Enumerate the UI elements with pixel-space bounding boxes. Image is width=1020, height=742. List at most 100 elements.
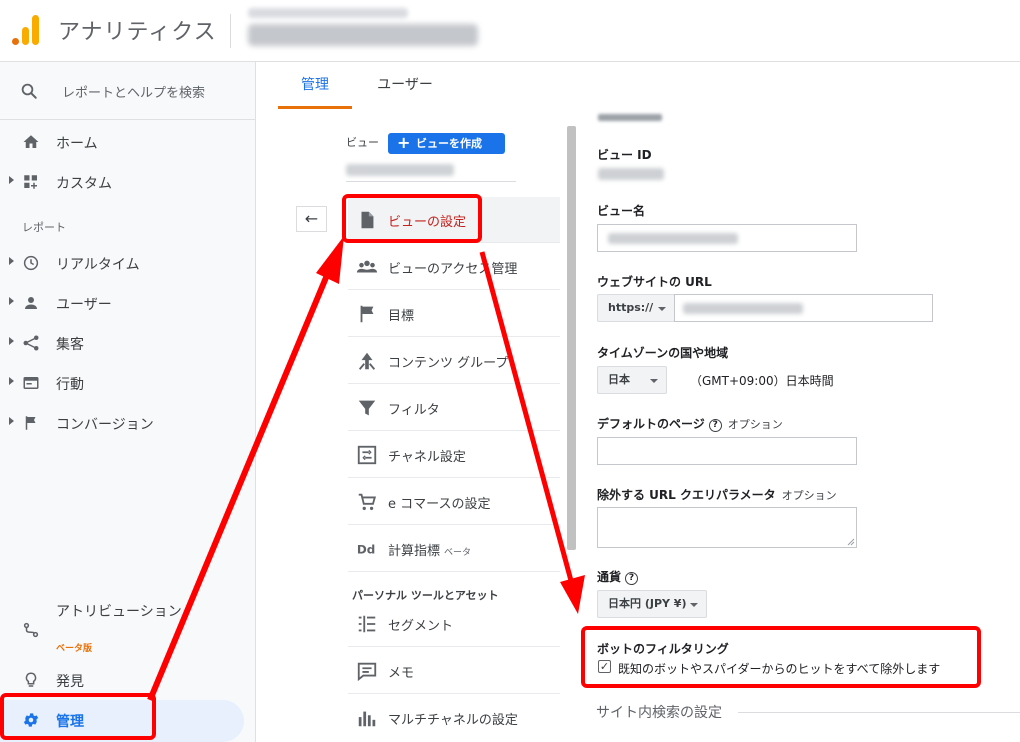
sidebar-item-home[interactable]: ホーム — [0, 122, 256, 162]
menu-item-segments[interactable]: セグメント — [348, 601, 560, 647]
timezone-country-select[interactable]: 日本 — [597, 366, 667, 394]
person-icon — [25, 297, 37, 309]
menu-item-label: コンテンツ グループ — [388, 356, 509, 371]
sidebar-item-label: 集客 — [56, 337, 84, 353]
timezone-value: （GMT+09:00）日本時間 — [690, 374, 834, 388]
search-placeholder: レポートとヘルプを検索 — [62, 86, 206, 101]
create-view-label: ビューを作成 — [416, 137, 482, 150]
search-bar[interactable]: レポートとヘルプを検索 — [0, 62, 256, 120]
svg-text:Dd: Dd — [357, 543, 375, 557]
cart-icon — [358, 493, 377, 511]
menu-item-label: ビューのアクセス管理 — [388, 262, 518, 277]
attribution-label: アトリビューション — [56, 604, 182, 620]
currency-select[interactable]: 日本円 (JPY ¥) — [597, 590, 707, 618]
optional-tag: オプション — [781, 489, 837, 502]
protocol-select[interactable]: https:// — [597, 294, 675, 322]
chevron-down-icon — [690, 603, 698, 607]
filter-icon — [358, 400, 376, 416]
menu-item-label: 目標 — [388, 309, 415, 324]
flag-icon — [25, 416, 36, 430]
tab-admin[interactable]: 管理 — [278, 62, 352, 109]
account-path-blurred[interactable] — [248, 8, 408, 18]
exclude-params-textarea[interactable] — [597, 507, 857, 548]
column-scrollbar[interactable] — [567, 126, 576, 550]
menu-item-calculated-metrics[interactable]: Dd 計算指標 ベータ — [348, 526, 560, 572]
back-arrow-button[interactable]: ← — [296, 206, 327, 232]
section-divider — [738, 712, 1020, 713]
tab-users[interactable]: ユーザー — [366, 62, 444, 109]
default-page-label: デフォルトのページ? オプション — [597, 417, 783, 432]
acquisition-icon — [23, 335, 39, 351]
sidebar-item-custom[interactable]: カスタム — [0, 162, 256, 202]
view-id-value-blurred — [598, 168, 664, 180]
view-name-value-blurred — [608, 233, 738, 244]
home-icon — [23, 135, 39, 148]
note-icon — [357, 662, 377, 682]
view-selector[interactable] — [346, 162, 516, 182]
sidebar-item-label: カスタム — [56, 176, 112, 192]
view-name-input[interactable] — [597, 224, 857, 252]
view-id-label: ビュー ID — [597, 148, 652, 162]
account-selector-blurred[interactable] — [248, 24, 478, 46]
menu-item-goals[interactable]: 目標 — [348, 291, 560, 337]
partial-header-blurred — [598, 114, 662, 121]
expand-caret-icon — [9, 176, 14, 184]
default-page-input[interactable] — [597, 437, 857, 465]
menu-item-view-access[interactable]: ビューのアクセス管理 — [348, 244, 560, 290]
website-url-blurred — [683, 303, 803, 314]
currency-value: 日本円 (JPY ¥) — [608, 597, 687, 610]
website-url-input[interactable] — [674, 294, 933, 322]
menu-item-multichannel[interactable]: マルチチャネルの設定 — [348, 695, 560, 741]
lightbulb-icon — [25, 672, 37, 687]
site-search-section-title: サイト内検索の設定 — [596, 705, 722, 721]
expand-caret-icon — [9, 417, 14, 425]
sidebar-item-label: ホーム — [56, 136, 98, 152]
chevron-down-icon — [650, 379, 658, 383]
sidebar-item-label: リアルタイム — [56, 257, 140, 273]
expand-caret-icon — [9, 337, 14, 345]
chevron-down-icon — [658, 307, 666, 311]
menu-item-content-group[interactable]: コンテンツ グループ — [348, 338, 560, 384]
menu-item-label: セグメント — [388, 619, 454, 634]
sidebar-item-conversions[interactable]: コンバージョン — [0, 403, 256, 443]
section-header-report: レポート — [22, 221, 66, 234]
create-view-button[interactable]: + ビューを作成 — [388, 133, 505, 154]
menu-item-filter[interactable]: フィルタ — [348, 385, 560, 431]
title-divider — [230, 14, 231, 48]
dashboard-icon — [24, 175, 37, 189]
attribution-beta-badge: ベータ版 — [56, 644, 93, 654]
website-url-label: ウェブサイトの URL — [597, 275, 712, 289]
attribution-icon — [23, 622, 39, 638]
timezone-country-value: 日本 — [608, 373, 630, 386]
menu-item-ecommerce[interactable]: e コマースの設定 — [348, 479, 560, 525]
expand-caret-icon — [9, 297, 14, 305]
help-icon[interactable]: ? — [625, 572, 639, 585]
menu-item-label: フィルタ — [388, 403, 440, 418]
optional-tag: オプション — [727, 418, 783, 431]
behavior-icon — [23, 377, 39, 389]
menu-item-label: チャネル設定 — [388, 450, 466, 465]
sidebar-item-label: ユーザー — [56, 297, 112, 313]
menu-item-notes[interactable]: メモ — [348, 648, 560, 694]
app-title: アナリティクス — [58, 20, 217, 45]
menu-item-channel-settings[interactable]: チャネル設定 — [348, 432, 560, 478]
clock-icon — [23, 255, 39, 271]
timezone-label: タイムゾーンの国や地域 — [597, 346, 729, 360]
expand-caret-icon — [9, 257, 14, 265]
people-icon — [356, 260, 378, 273]
help-icon[interactable]: ? — [708, 419, 722, 432]
channel-icon — [357, 445, 377, 465]
menu-item-label: e コマースの設定 — [388, 497, 491, 512]
sidebar-item-acquisition[interactable]: 集客 — [0, 323, 256, 363]
menu-item-label: マルチチャネルの設定 — [388, 713, 518, 728]
sidebar-item-realtime[interactable]: リアルタイム — [0, 243, 256, 283]
exclude-params-label: 除外する URL クエリパラメータ オプション — [597, 488, 837, 502]
sidebar: レポートとヘルプを検索 ホーム カスタム レポート リアルタイム ユーザー 集客… — [0, 62, 256, 742]
analytics-logo-icon[interactable] — [12, 15, 40, 45]
sidebar-item-behavior[interactable]: 行動 — [0, 363, 256, 403]
expand-caret-icon — [9, 377, 14, 385]
resize-handle-icon[interactable] — [847, 538, 855, 546]
dd-icon: Dd — [357, 543, 375, 557]
view-name-label: ビュー名 — [597, 204, 646, 218]
sidebar-item-users[interactable]: ユーザー — [0, 283, 256, 323]
